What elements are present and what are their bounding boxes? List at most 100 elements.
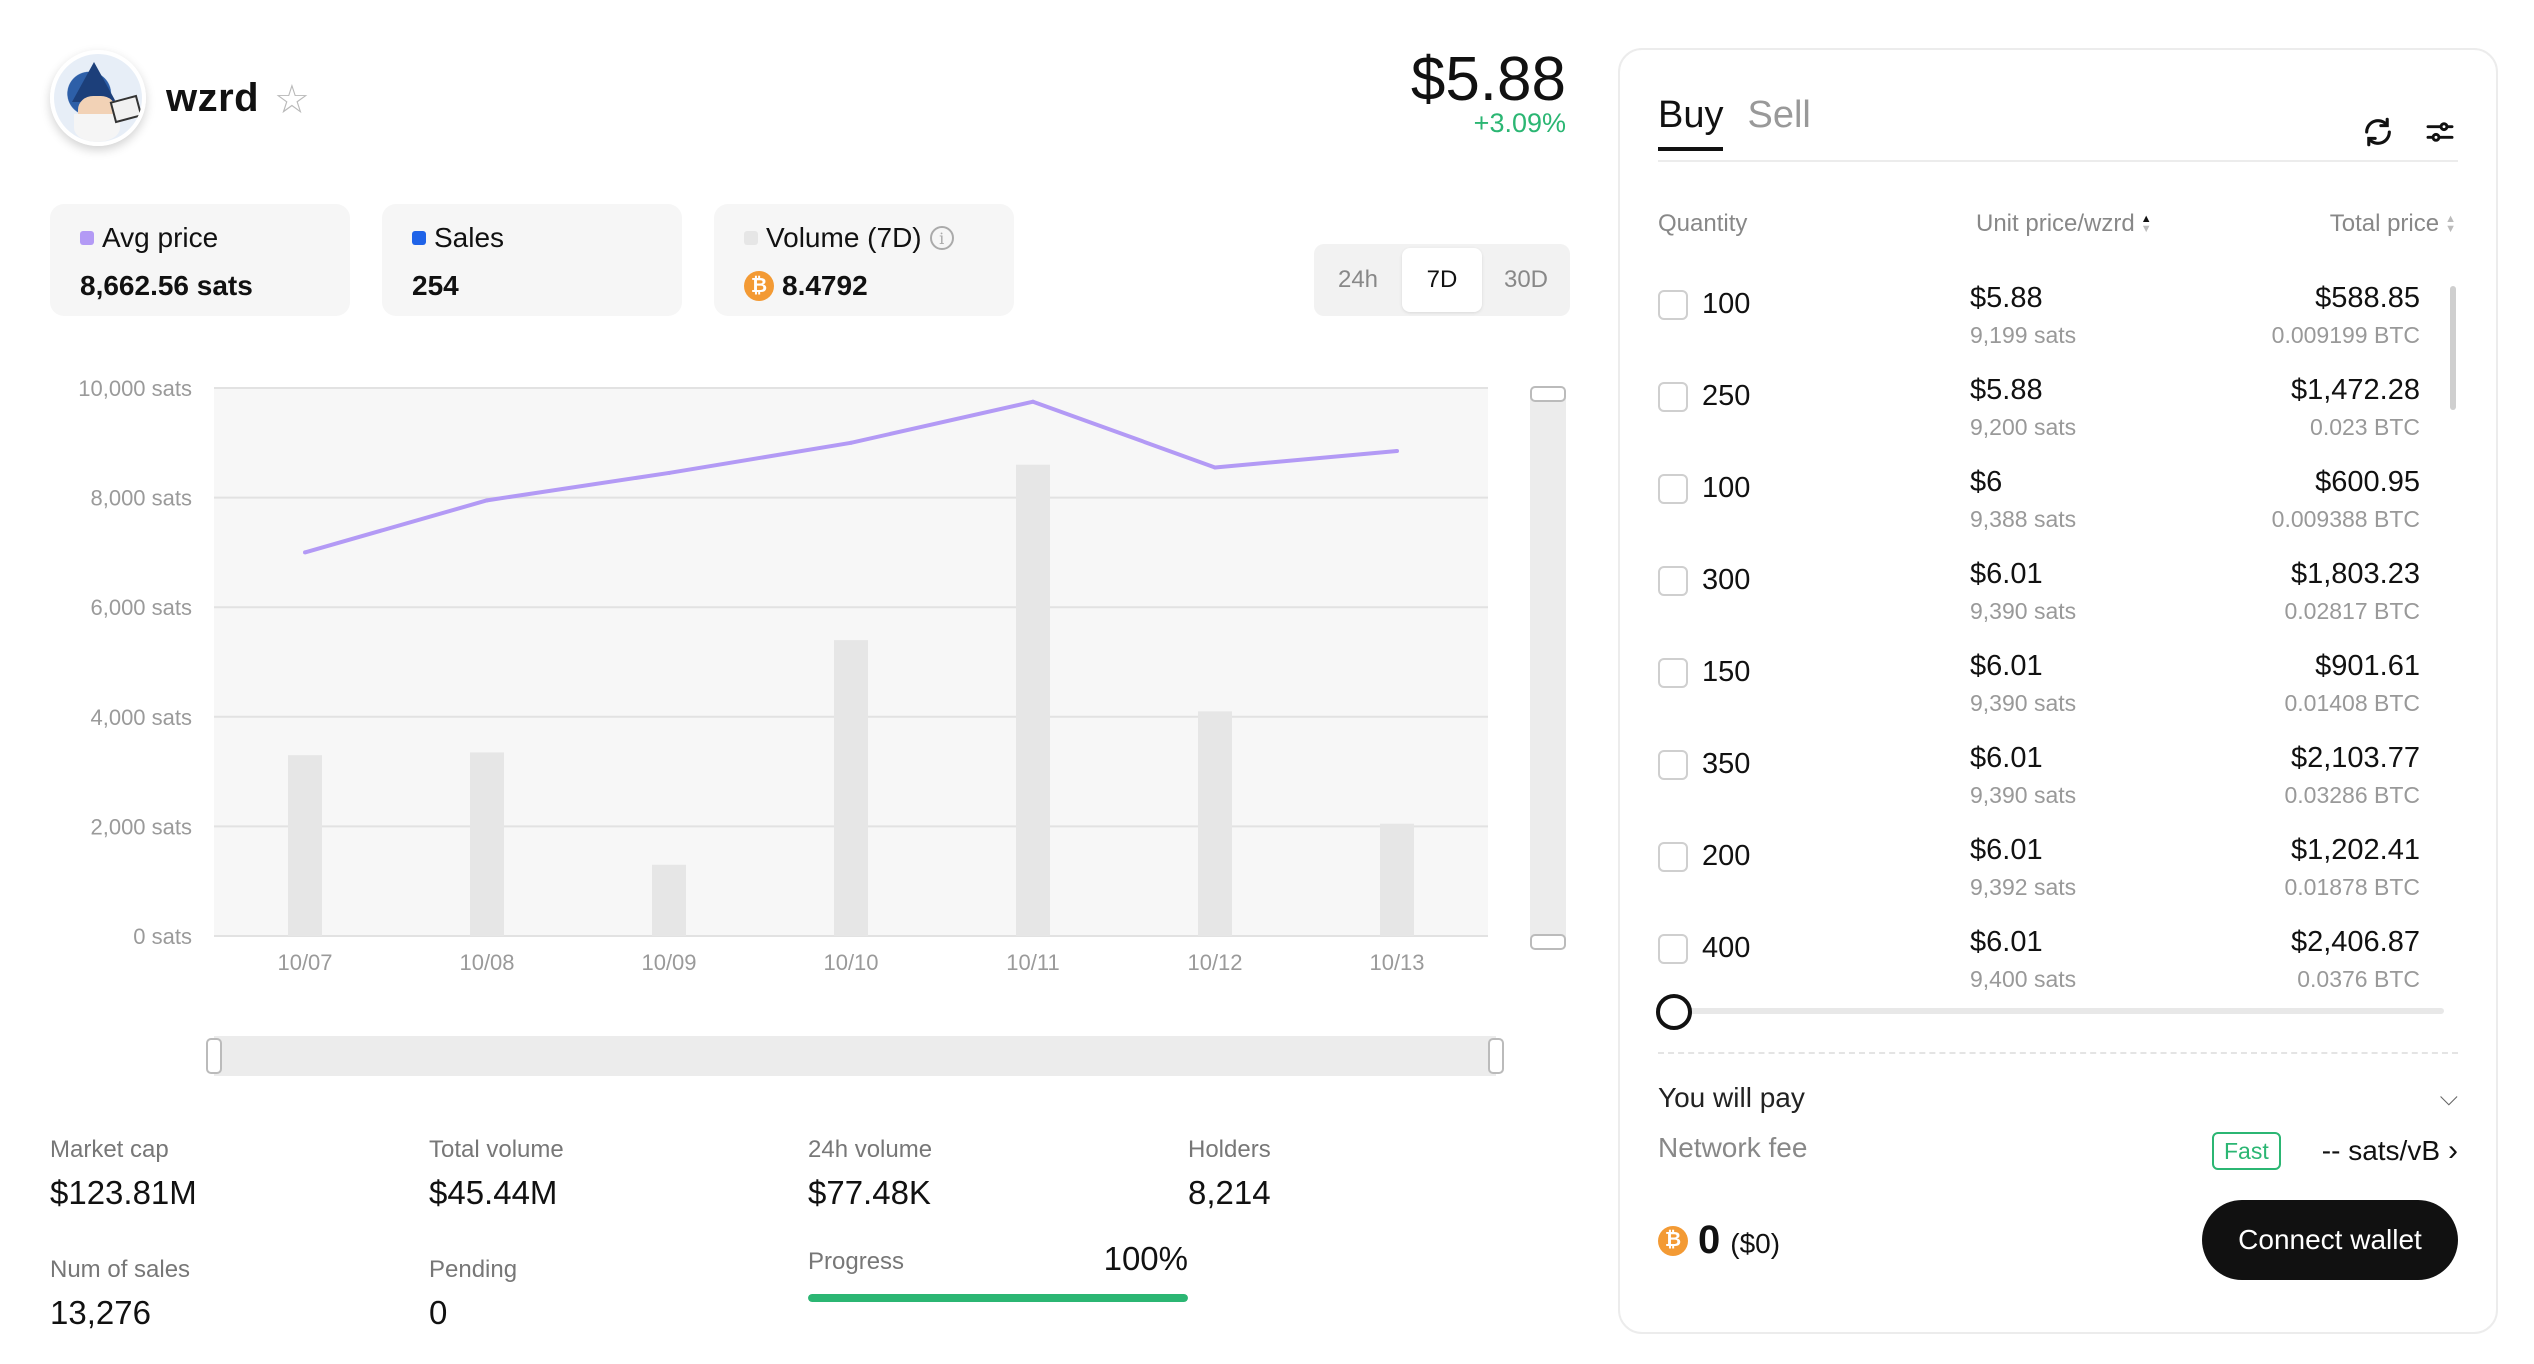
listings-list[interactable]: 100 $5.88 9,199 sats $588.85 0.009199 BTC 250… [1658,272,2458,1016]
zoom-handle-bottom[interactable] [1530,934,1566,950]
listing-total-price: $1,202.41 [2290,834,2420,866]
legend-dot [80,231,94,245]
progress-bar [808,1294,1188,1302]
listing-checkbox[interactable] [1658,658,1688,688]
collection-name: wzrd [166,76,260,120]
x-tick-label: 10/10 [823,950,878,975]
listing-checkbox[interactable] [1658,842,1688,872]
listing-unit-price: $6.01 [1970,742,2043,774]
listing-quantity: 300 [1702,564,1751,596]
column-unit-price[interactable]: Unit price/wzrd ▲ ▼ [1976,210,2152,238]
listing-row[interactable]: 200 $6.01 9,392 sats $1,202.41 0.01878 BTC [1658,824,2438,916]
listing-checkbox[interactable] [1658,382,1688,412]
price-sales-chart: 10,000 sats 8,000 sats 6,000 sats 4,000 sat… [78,376,1488,975]
listing-unit-price: $6 [1970,466,2003,498]
stat-label: Total volume [429,1136,564,1163]
bitcoin-icon: ₿ [744,271,774,301]
connect-wallet-button[interactable]: Connect wallet [2202,1200,2458,1280]
listing-total-btc: 0.023 BTC [2310,414,2420,440]
stat-value: 8.4792 [782,270,868,301]
column-label: Unit price/wzrd [1976,210,2135,237]
listing-checkbox[interactable] [1658,290,1688,320]
y-tick-label: 4,000 sats [90,705,192,730]
sweep-slider-knob[interactable] [1656,994,1692,1030]
stat-label: Num of sales [50,1256,191,1283]
fee-rate-value: -- sats/vB [2321,1135,2440,1166]
tabs-divider [1658,160,2458,162]
total-volume-stat: Total volume $45.44M [429,1136,564,1212]
listing-unit-price: $6.01 [1970,926,2043,958]
fee-rate-selector[interactable]: -- sats/vB › [2322,1134,2458,1168]
column-label: Total price [2329,210,2440,237]
stat-card-sales: Sales 254 [382,204,682,316]
listing-unit-sats: 9,390 sats [1970,598,2077,624]
listing-row[interactable]: 150 $6.01 9,390 sats $901.61 0.01408 BTC [1658,640,2438,732]
listing-total-price: $588.85 [2315,282,2420,314]
stat-value: 8,662.56 sats [80,270,253,301]
listing-checkbox[interactable] [1658,566,1688,596]
network-fee-label: Network fee [1658,1132,1808,1163]
info-icon[interactable]: i [929,226,954,250]
stat-value: 254 [412,270,459,301]
listing-row[interactable]: 100 $5.88 9,199 sats $588.85 0.009199 BTC [1658,272,2438,364]
listing-checkbox[interactable] [1658,934,1688,964]
listing-total-price: $1,472.28 [2290,374,2420,406]
star-outline-icon[interactable]: ☆ [274,80,310,120]
stat-card-avg-price: Avg price 8,662.56 sats [50,204,350,316]
stat-label: Market cap [50,1136,169,1163]
chart-vertical-zoom[interactable] [1530,386,1566,950]
listing-row[interactable]: 400 $6.01 9,400 sats $2,406.87 0.0376 BTC [1658,916,2438,1008]
x-tick-label: 10/08 [459,950,514,975]
listing-checkbox[interactable] [1658,750,1688,780]
y-tick-label: 2,000 sats [90,814,192,839]
listing-row[interactable]: 300 $6.01 9,390 sats $1,803.23 0.02817 BTC [1658,548,2438,640]
listing-total-price: $2,103.77 [2290,742,2420,774]
x-tick-label: 10/13 [1369,950,1424,975]
column-total-price[interactable]: Total price ▲ ▼ [2330,210,2456,238]
bar-sales [288,755,322,936]
listing-total-btc: 0.01408 BTC [2284,690,2420,716]
bar-sales [1016,464,1050,936]
zoom-handle-left[interactable] [206,1038,222,1074]
y-tick-label: 0 sats [133,924,192,949]
pay-usd: ($0) [1730,1228,1781,1259]
listing-total-btc: 0.02817 BTC [2284,598,2420,624]
listing-total-btc: 0.03286 BTC [2284,782,2420,808]
tab-sell[interactable]: Sell [1747,94,1810,151]
listing-unit-sats: 9,392 sats [1970,874,2077,900]
tab-buy[interactable]: Buy [1658,94,1724,151]
chevron-down-icon[interactable]: ⌵ [2440,1084,2458,1112]
listing-quantity: 350 [1702,748,1751,780]
listing-checkbox[interactable] [1658,474,1688,504]
zoom-handle-top[interactable] [1530,386,1566,402]
listing-unit-sats: 9,388 sats [1970,506,2077,532]
listing-quantity: 400 [1702,932,1751,964]
refresh-icon[interactable] [2358,112,2398,152]
listings-scrollbar[interactable] [2450,286,2456,410]
listing-row[interactable]: 250 $5.88 9,200 sats $1,472.28 0.023 BTC [1658,364,2438,456]
listing-total-price: $901.61 [2315,650,2420,682]
sweep-slider-track[interactable] [1672,1008,2444,1014]
volume-24h-stat: 24h volume $77.48K [808,1136,932,1212]
stat-value: $123.81M [50,1174,197,1211]
chevron-right-icon: › [2448,1134,2458,1167]
range-tab-7d[interactable]: 7D [1402,248,1482,312]
stat-value: $45.44M [429,1174,558,1211]
sliders-icon[interactable] [2420,112,2460,152]
point-avg-price [849,440,853,445]
progress-fill [808,1294,1188,1302]
range-tab-30d[interactable]: 30D [1486,248,1566,312]
stat-label: Volume (7D) [766,222,922,253]
current-price: $5.88 [1410,45,1566,114]
zoom-handle-right[interactable] [1488,1038,1504,1074]
listing-row[interactable]: 100 $6 9,388 sats $600.95 0.009388 BTC [1658,456,2438,548]
pay-amount: 0 [1698,1218,1721,1262]
you-will-pay-label[interactable]: You will pay [1658,1082,1805,1114]
market-cap-stat: Market cap $123.81M [50,1136,197,1212]
listing-unit-price: $6.01 [1970,558,2043,590]
listing-row[interactable]: 350 $6.01 9,390 sats $2,103.77 0.03286 BTC [1658,732,2438,824]
range-tab-24h[interactable]: 24h [1318,248,1398,312]
column-quantity: Quantity [1658,210,1748,237]
listing-unit-sats: 9,199 sats [1970,322,2077,348]
chart-horizontal-zoom[interactable] [206,1036,1504,1076]
